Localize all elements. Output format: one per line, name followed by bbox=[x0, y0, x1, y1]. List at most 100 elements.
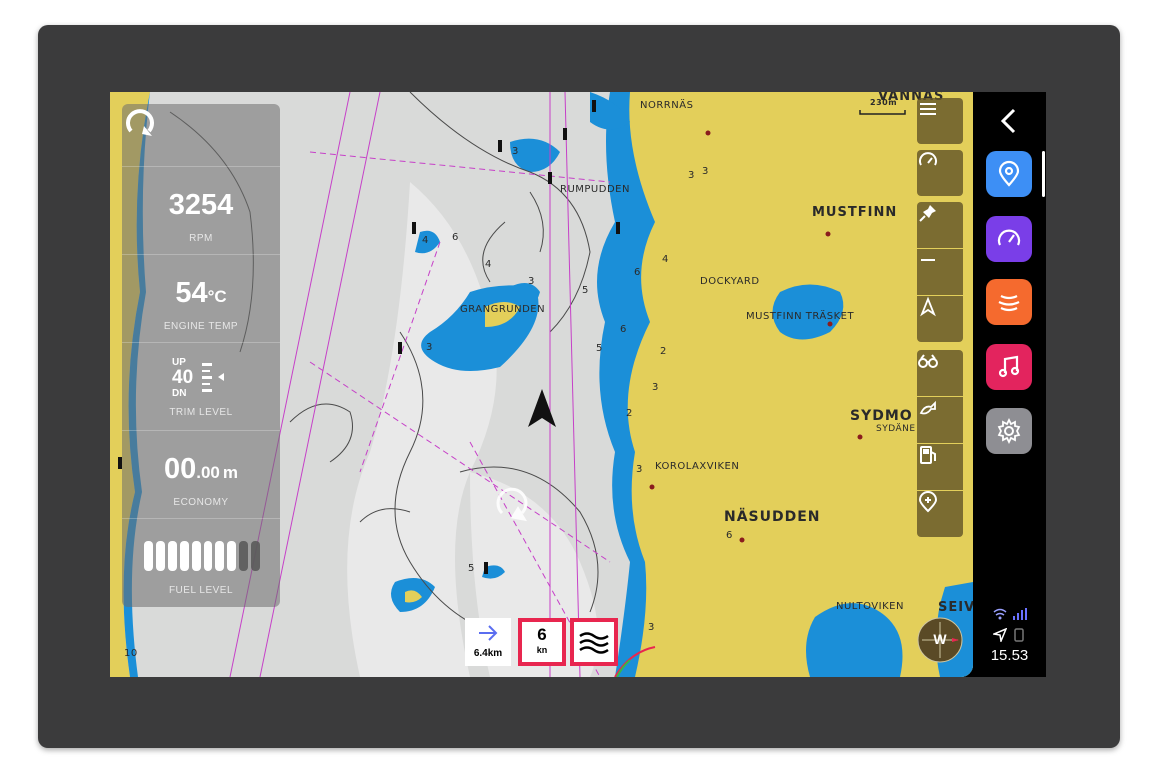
depth-sounding: 5 bbox=[596, 343, 603, 354]
depth-sounding: 3 bbox=[636, 464, 643, 475]
fuel-cell[interactable]: FUEL LEVEL bbox=[122, 518, 280, 608]
fishing-button[interactable] bbox=[917, 397, 963, 443]
trim-label: TRIM LEVEL bbox=[169, 407, 233, 418]
trim-scale-icon bbox=[202, 363, 224, 392]
gps-arrow-icon bbox=[993, 628, 1007, 642]
economy-number: 00 bbox=[163, 453, 197, 485]
sonar-icon bbox=[998, 295, 1020, 312]
app-settings[interactable] bbox=[986, 408, 1032, 454]
engine-temp-unit: °C bbox=[207, 287, 227, 306]
fuel-bar-segment bbox=[191, 541, 201, 571]
depth-sounding: 3 bbox=[688, 170, 695, 181]
speed-value: 6 bbox=[537, 625, 547, 644]
engine-temp-value: 54°C bbox=[122, 277, 280, 310]
depth-sounding: 5 bbox=[582, 285, 589, 296]
place-label: SYDÄNE bbox=[876, 424, 916, 434]
north-up-icon bbox=[920, 296, 936, 317]
rpm-value: 3254 bbox=[168, 189, 234, 221]
depth-sounding: 6 bbox=[620, 324, 627, 335]
binoculars-button[interactable] bbox=[917, 350, 963, 396]
instrument-panel: 3254 RPM 54°C ENGINE TEMP UP 40 DN TRIM … bbox=[122, 104, 280, 607]
add-location-button[interactable] bbox=[917, 491, 963, 537]
fuel-bar-segment bbox=[203, 541, 213, 571]
engine-temp-label: ENGINE TEMP bbox=[163, 321, 239, 332]
app-speedometer[interactable] bbox=[986, 216, 1032, 262]
depth-sounding: 4 bbox=[422, 235, 429, 246]
place-label: DOCKYARD bbox=[700, 276, 760, 287]
back-button[interactable] bbox=[994, 106, 1024, 136]
binoculars-icon bbox=[918, 354, 938, 368]
gauge-icon bbox=[919, 152, 937, 166]
place-label: RUMPUDDEN bbox=[560, 184, 630, 195]
depth-sounding: 3 bbox=[512, 146, 519, 157]
fuel-station-button[interactable] bbox=[917, 444, 963, 490]
chevron-left-icon bbox=[1000, 108, 1016, 134]
minus-icon bbox=[921, 259, 935, 261]
north-up-button[interactable] bbox=[917, 296, 963, 342]
place-label: SYDMO bbox=[850, 408, 913, 424]
distance-value: 6.4km bbox=[473, 648, 503, 659]
depth-sounding: 4 bbox=[662, 254, 669, 265]
depth-sounding: 3 bbox=[648, 622, 655, 633]
trim-value: 40 bbox=[172, 367, 194, 388]
signal-icon bbox=[1013, 608, 1027, 620]
music-note-icon bbox=[998, 355, 1020, 378]
rpm-cell[interactable]: 3254 RPM bbox=[122, 166, 280, 255]
fuel-bar-segment bbox=[215, 541, 225, 571]
app-navigation[interactable] bbox=[986, 151, 1032, 197]
distance-widget[interactable]: 6.4km bbox=[465, 618, 511, 666]
fuel-bar-segment bbox=[179, 541, 189, 571]
speed-widget[interactable]: 6 kn bbox=[518, 618, 566, 666]
app-sonar[interactable] bbox=[986, 279, 1032, 325]
arrow-right-icon bbox=[479, 625, 498, 641]
status-time: 15.53 bbox=[990, 647, 1029, 664]
waves-icon bbox=[579, 632, 609, 654]
speedometer-icon bbox=[997, 229, 1021, 246]
fuel-bar-segment bbox=[167, 541, 177, 571]
place-label: MUSTFINN bbox=[812, 205, 898, 220]
depth-sounding: 2 bbox=[626, 408, 633, 419]
fuel-bar-segment bbox=[239, 541, 249, 571]
app-music[interactable] bbox=[986, 344, 1032, 390]
fuel-bar-segment bbox=[155, 541, 165, 571]
engine-temp-cell[interactable]: 54°C ENGINE TEMP bbox=[122, 254, 280, 343]
economy-cell[interactable]: 00.00 m ECONOMY bbox=[122, 430, 280, 519]
fuel-bar-segment bbox=[251, 541, 261, 571]
zoom-out-button[interactable] bbox=[917, 249, 963, 295]
fuel-label: FUEL LEVEL bbox=[168, 585, 234, 596]
menu-button[interactable] bbox=[917, 98, 963, 144]
rpm-label: RPM bbox=[189, 233, 213, 244]
depth-sounding: 6 bbox=[726, 530, 733, 541]
trim-cell[interactable]: UP 40 DN TRIM LEVEL bbox=[122, 342, 280, 431]
depth-sounding: 3 bbox=[528, 276, 535, 287]
wifi-icon bbox=[993, 608, 1007, 620]
sync-icon bbox=[126, 109, 154, 136]
economy-decimals: .00 bbox=[196, 463, 220, 482]
depth-sounding: 2 bbox=[660, 346, 667, 357]
fuel-bar-segment bbox=[227, 541, 237, 571]
screen: VANNÄS 230m NORRNÄS RUMPUDDEN MUSTFINN D… bbox=[110, 92, 1046, 677]
fuel-bar-segment bbox=[144, 541, 153, 571]
sync-button[interactable] bbox=[122, 104, 280, 166]
scale-label: 230m bbox=[870, 98, 898, 107]
depth-sounding: 6 bbox=[634, 267, 641, 278]
active-indicator bbox=[1042, 151, 1045, 197]
nautical-chart[interactable]: VANNÄS 230m NORRNÄS RUMPUDDEN MUSTFINN D… bbox=[110, 92, 973, 677]
economy-unit: m bbox=[222, 463, 239, 482]
fuel-station-icon bbox=[920, 446, 936, 464]
fishing-icon bbox=[919, 400, 936, 415]
compass-button[interactable] bbox=[918, 618, 962, 662]
pin-button[interactable] bbox=[917, 202, 963, 248]
fuel-level-bars bbox=[144, 541, 261, 571]
menu-icon bbox=[920, 103, 936, 115]
wave-warning-widget[interactable] bbox=[570, 618, 618, 666]
depth-sounding: 3 bbox=[702, 166, 709, 177]
pin-icon bbox=[919, 205, 936, 222]
place-label: MUSTFINN TRÄSKET bbox=[746, 311, 855, 322]
depth-sounding: 4 bbox=[485, 259, 492, 270]
place-label: NÄSUDDEN bbox=[724, 509, 821, 525]
gear-icon bbox=[997, 417, 1021, 445]
economy-label: ECONOMY bbox=[173, 497, 229, 508]
gauge-button[interactable] bbox=[917, 150, 963, 196]
add-location-icon bbox=[918, 491, 938, 513]
